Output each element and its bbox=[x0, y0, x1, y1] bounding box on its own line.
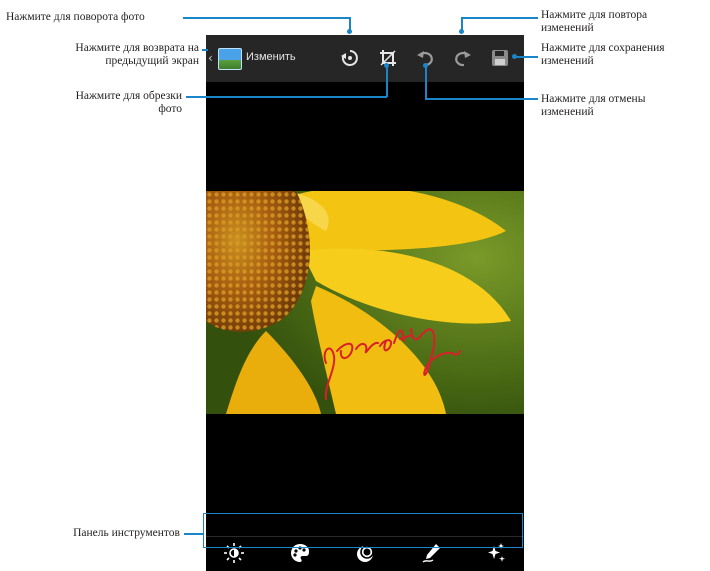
leader-crop-v bbox=[386, 66, 388, 97]
leader-rotate-dot bbox=[347, 29, 352, 34]
leader-undo-dot bbox=[423, 63, 428, 68]
leader-toolbar bbox=[184, 533, 204, 535]
toolbar-highlight bbox=[203, 513, 523, 548]
gallery-icon[interactable] bbox=[218, 48, 242, 70]
leader-back bbox=[202, 49, 208, 51]
leader-crop-dot bbox=[384, 63, 389, 68]
rotate-icon[interactable] bbox=[340, 48, 360, 68]
callout-save: Нажмите для сохранения изменений bbox=[541, 42, 665, 67]
chevron-left-icon[interactable]: ‹ bbox=[208, 51, 213, 65]
leader-redo-dot bbox=[459, 29, 464, 34]
leader-rotate-h bbox=[183, 17, 350, 19]
leader-save-dot bbox=[512, 54, 517, 59]
redo-icon[interactable] bbox=[452, 48, 472, 68]
save-icon[interactable] bbox=[490, 48, 510, 68]
sunflower-photo bbox=[206, 191, 524, 414]
action-bar: ‹ Изменить bbox=[206, 35, 524, 82]
leader-undo-h bbox=[425, 98, 538, 100]
callout-rotate: Нажмите для поворота фото bbox=[6, 11, 145, 23]
leader-save bbox=[515, 56, 538, 58]
leader-redo-h bbox=[462, 17, 538, 19]
callout-back: Нажмите для возврата на предыдущий экран bbox=[75, 42, 199, 67]
leader-crop-h bbox=[186, 96, 387, 98]
app-title[interactable]: Изменить bbox=[246, 51, 296, 63]
callout-undo: Нажмите для отмены изменений bbox=[541, 93, 646, 118]
callout-crop: Нажмите для обрезки фото bbox=[75, 90, 182, 115]
callout-redo: Нажмите для повтора изменений bbox=[541, 9, 648, 34]
callout-toolbar: Панель инструментов bbox=[73, 527, 180, 539]
phone-screen: ‹ Изменить bbox=[206, 35, 524, 571]
leader-undo-v bbox=[425, 66, 427, 99]
